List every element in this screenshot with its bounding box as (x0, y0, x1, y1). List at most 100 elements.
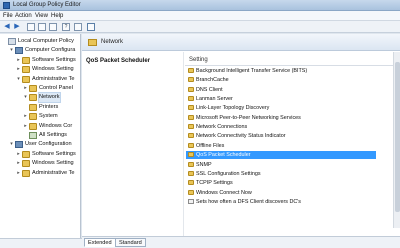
tree-pane: Local Computer Policy ▾ Computer Configura… (0, 34, 81, 238)
setting-row[interactable]: Sets how often a DFS Client discovers DC… (186, 198, 376, 206)
setting-row[interactable]: Microsoft Peer-to-Peer Networking Servic… (186, 114, 376, 122)
expand-toggle-icon[interactable]: ▾ (16, 76, 21, 82)
setting-row[interactable]: SSL Configuration Settings (186, 170, 376, 178)
setting-row-label: SSL Configuration Settings (196, 170, 261, 177)
folder-icon (188, 180, 194, 186)
setting-row-label: TCPIP Settings (196, 180, 233, 187)
tree-item-label: Computer Configura (25, 47, 76, 54)
forward-arrow-icon[interactable]: ▶ (13, 23, 21, 31)
expand-toggle-icon (23, 105, 28, 110)
setting-row[interactable]: Offline Files (186, 142, 376, 150)
setting-row[interactable]: DNS Client (186, 86, 376, 94)
setting-row[interactable]: TCPIP Settings (186, 179, 376, 187)
title-bar: Local Group Policy Editor (0, 0, 400, 11)
back-arrow-icon[interactable]: ◀ (3, 23, 11, 31)
menu-bar: File Action View Help (0, 11, 400, 21)
tree-item-label: Windows Setting (32, 66, 74, 73)
folder-icon (188, 105, 194, 111)
menu-action[interactable]: Action (15, 13, 32, 19)
setting-row[interactable]: QoS Packet Scheduler (186, 151, 376, 160)
setting-row[interactable]: SNMP (186, 161, 376, 169)
folder-icon (29, 113, 37, 121)
setting-row[interactable]: Link-Layer Topology Discovery (186, 104, 376, 112)
expand-toggle-icon[interactable]: ▸ (16, 151, 21, 157)
column-header-label: Setting (189, 57, 208, 63)
policy-setting-icon (188, 198, 194, 204)
tree-item-label: Control Panel (39, 85, 73, 91)
details-pane: Network QoS Packet Scheduler Setting Bac… (82, 34, 400, 238)
setting-row-label: Offline Files (196, 142, 225, 149)
expand-toggle-icon[interactable]: ▾ (9, 142, 14, 147)
setting-row[interactable]: Network Connectivity Status Indicator (186, 132, 376, 140)
setting-row-label: BranchCache (196, 77, 229, 84)
setting-row-label: Network Connections (196, 124, 248, 131)
tree-item-label: Windows Setting (32, 160, 74, 167)
folder-icon (188, 124, 194, 130)
export-list-icon[interactable] (49, 23, 57, 31)
folder-icon (188, 170, 194, 176)
folder-icon (188, 77, 194, 83)
expand-toggle-icon[interactable]: ▸ (23, 114, 28, 119)
folder-icon (188, 114, 194, 120)
expand-toggle-icon[interactable]: ▾ (23, 95, 28, 100)
help-icon[interactable]: ? (62, 23, 70, 31)
folder-icon (29, 94, 37, 102)
properties-icon[interactable] (74, 23, 82, 31)
computer-icon (15, 141, 23, 149)
folder-icon (188, 68, 194, 73)
expand-toggle-icon[interactable]: ▸ (23, 86, 28, 91)
setting-row-label: Microsoft Peer-to-Peer Networking Servic… (196, 114, 301, 121)
setting-row-label: SNMP (196, 161, 212, 168)
details-header-title: Network (101, 39, 124, 45)
setting-row[interactable]: Windows Connect Now (186, 189, 376, 197)
expand-toggle-icon[interactable]: ▸ (23, 123, 28, 129)
folder-icon (22, 169, 30, 177)
folder-icon (188, 161, 194, 167)
expand-toggle-icon[interactable]: ▾ (9, 48, 14, 53)
folder-icon (188, 152, 194, 158)
up-folder-icon[interactable] (27, 23, 35, 31)
settings-icon (29, 132, 37, 139)
setting-row[interactable]: Lanman Server (186, 95, 376, 103)
folder-icon (29, 85, 37, 92)
tree-item-label: Windows Cor (39, 122, 73, 129)
folder-icon (188, 96, 194, 102)
menu-help[interactable]: Help (51, 13, 63, 19)
folder-icon (22, 56, 30, 64)
expand-toggle-icon (23, 133, 28, 138)
scrollbar-thumb[interactable] (395, 62, 400, 212)
description-title: QoS Packet Scheduler (86, 58, 151, 64)
expand-toggle-icon[interactable]: ▸ (16, 161, 21, 166)
expand-toggle-icon[interactable]: ▸ (16, 67, 21, 72)
setting-row-label: Sets how often a DFS Client discovers DC… (196, 198, 301, 205)
filter-icon[interactable] (87, 23, 95, 31)
tab-standard[interactable]: Standard (115, 238, 146, 247)
setting-row[interactable]: Background Intelligent Transfer Service … (186, 67, 376, 75)
tree-item-label: Administrative Te (32, 75, 75, 82)
setting-row[interactable]: BranchCache (186, 76, 376, 84)
window-title: Local Group Policy Editor (13, 2, 81, 8)
setting-row-label: QoS Packet Scheduler (196, 152, 251, 159)
vertical-scrollbar[interactable] (393, 52, 400, 228)
menu-view[interactable]: View (35, 13, 48, 19)
tab-extended[interactable]: Extended (84, 238, 116, 247)
view-tabs-bar: Extended Standard (82, 236, 400, 248)
expand-toggle-icon[interactable]: ▸ (16, 57, 21, 63)
folder-icon (188, 86, 194, 92)
folder-icon (22, 160, 30, 168)
setting-row-label: DNS Client (196, 86, 223, 93)
tree-item-label: Administrative Te (32, 169, 75, 176)
folder-icon (188, 189, 194, 195)
folder-icon (88, 39, 97, 46)
expand-toggle-icon (2, 39, 7, 44)
setting-column-header[interactable]: Setting (185, 56, 400, 66)
setting-row-label: Lanman Server (196, 96, 233, 103)
policy-icon (8, 38, 16, 45)
setting-row[interactable]: Network Connections (186, 123, 376, 131)
computer-icon (15, 47, 23, 55)
setting-row-label: Network Connectivity Status Indicator (196, 133, 286, 140)
show-hide-tree-icon[interactable] (38, 23, 46, 31)
expand-toggle-icon[interactable]: ▸ (16, 170, 21, 176)
setting-row-label: Background Intelligent Transfer Service … (196, 68, 308, 74)
menu-file[interactable]: File (3, 13, 13, 19)
